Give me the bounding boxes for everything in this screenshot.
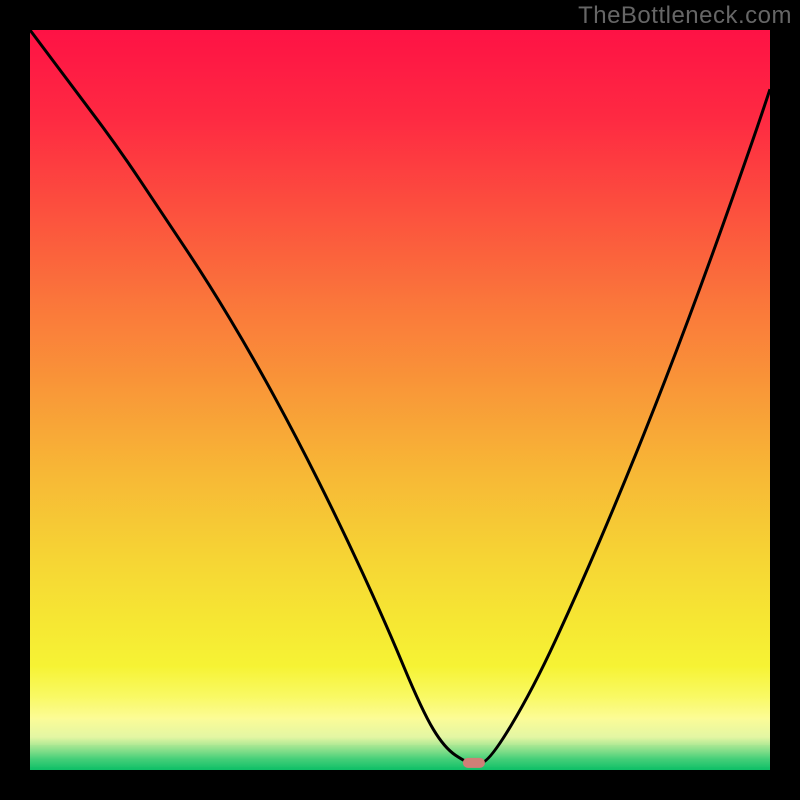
watermark-text: TheBottleneck.com xyxy=(578,2,792,30)
bottleneck-curve xyxy=(30,30,770,770)
curve-path xyxy=(30,30,770,763)
minimum-marker xyxy=(463,757,485,767)
chart-container: TheBottleneck.com xyxy=(0,0,800,800)
plot-area xyxy=(30,30,770,770)
